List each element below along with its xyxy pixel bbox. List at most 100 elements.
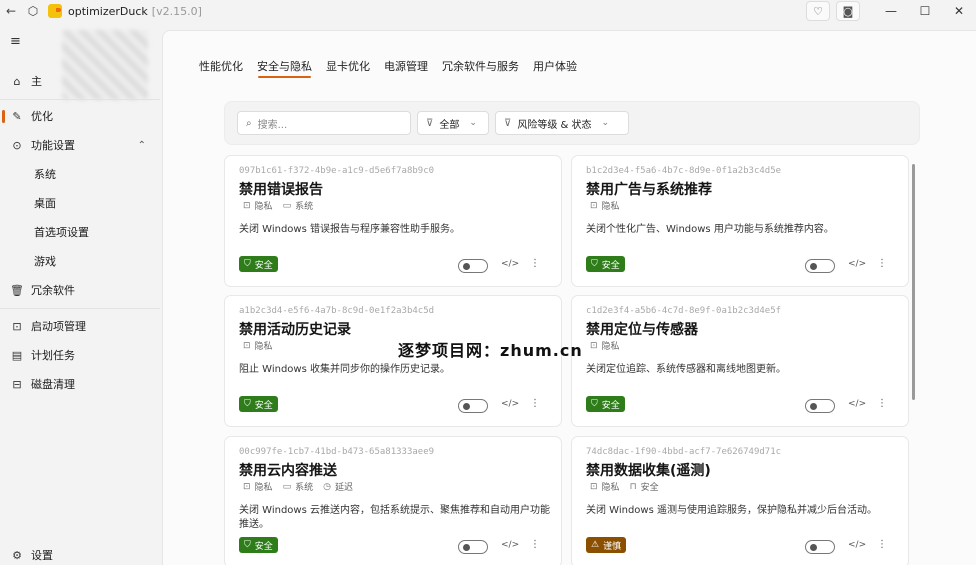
more-options-icon[interactable]: ⋮ bbox=[530, 539, 540, 550]
tab-gpu[interactable]: 显卡优化 bbox=[326, 58, 370, 78]
tweak-toggle-switch[interactable] bbox=[458, 399, 488, 413]
tab-user-experience[interactable]: 用户体验 bbox=[533, 58, 577, 78]
risk-badge: ⛉ 安全 bbox=[586, 256, 625, 272]
close-button[interactable]: ✕ bbox=[942, 0, 976, 22]
risk-badge-label: 安全 bbox=[254, 541, 273, 552]
sidebar-item-label: 优化 bbox=[31, 110, 53, 123]
shield-check-icon: ⛉ bbox=[591, 399, 598, 409]
tweak-title: 禁用错误报告 bbox=[239, 182, 323, 198]
shield-check-icon: ⛉ bbox=[591, 259, 598, 269]
tag-icon: ⊡ bbox=[243, 481, 251, 492]
scrollbar-thumb[interactable] bbox=[912, 164, 915, 400]
startup-icon: ⊡ bbox=[12, 319, 22, 333]
sidebar-item-gaming[interactable]: 游戏 bbox=[0, 248, 160, 274]
sidebar-item-scheduled-tasks[interactable]: ▤ 计划任务 bbox=[0, 342, 160, 368]
sidebar-item-feature-settings[interactable]: ⊙ 功能设置 ⌃ bbox=[0, 132, 160, 158]
tweak-description: 关闭 Windows 错误报告与程序兼容性助手服务。 bbox=[239, 224, 460, 235]
risk-badge-label: 安全 bbox=[601, 400, 620, 411]
sidebar-item-system[interactable]: 系统 bbox=[0, 161, 160, 187]
category-filter-dropdown[interactable]: ⊽ 全部 ⌄ bbox=[417, 111, 489, 135]
trash-icon: 🗑 bbox=[10, 283, 24, 297]
risk-badge-label: 谨慎 bbox=[603, 541, 622, 552]
sidebar-item-startup[interactable]: ⊡ 启动项管理 bbox=[0, 313, 160, 339]
category-tabs: 性能优化 安全与隐私 显卡优化 电源管理 冗余软件与服务 用户体验 bbox=[199, 58, 591, 78]
code-icon[interactable]: </> bbox=[848, 540, 866, 550]
code-icon[interactable]: </> bbox=[501, 259, 519, 269]
minimize-button[interactable]: — bbox=[874, 0, 908, 22]
maximize-button[interactable]: ☐ bbox=[908, 0, 942, 22]
tab-bloatware-services[interactable]: 冗余软件与服务 bbox=[442, 58, 519, 78]
sidebar-item-label: 启动项管理 bbox=[31, 320, 86, 333]
tweak-title: 禁用云内容推送 bbox=[239, 463, 337, 479]
tag-label: 延迟 bbox=[334, 483, 353, 493]
search-input[interactable]: ⌕ 搜索... bbox=[237, 111, 411, 135]
tweak-card[interactable]: b1c2d3e4-f5a6-4b7c-8d9e-0f1a2b3c4d5e 禁用广… bbox=[571, 155, 909, 287]
more-options-icon[interactable]: ⋮ bbox=[877, 539, 887, 550]
hamburger-menu-icon[interactable]: ≡ bbox=[10, 34, 21, 49]
tweak-tags: ⊡ 隐私 bbox=[243, 339, 283, 353]
shield-check-icon: ⛉ bbox=[244, 540, 251, 550]
more-options-icon[interactable]: ⋮ bbox=[877, 398, 887, 409]
gear-icon: ⚙ bbox=[12, 548, 22, 562]
risk-badge: ⛉ 安全 bbox=[239, 396, 278, 412]
home-icon: ⌂ bbox=[13, 74, 21, 88]
tag: ⊡ 隐私 bbox=[590, 199, 620, 213]
risk-badge-label: 安全 bbox=[601, 260, 620, 271]
sidebar-item-preferences[interactable]: 首选项设置 bbox=[0, 219, 160, 245]
tweak-id: 74dc8dac-1f90-4bbd-acf7-7e626749d71c bbox=[586, 447, 782, 457]
tweak-id: a1b2c3d4-e5f6-4a7b-8c9d-0e1f2a3b4c5d bbox=[239, 306, 435, 316]
chevron-up-icon[interactable]: ⌃ bbox=[138, 140, 146, 151]
tweak-card[interactable]: 097b1c61-f372-4b9e-a1c9-d5e6f7a8b9c0 禁用错… bbox=[224, 155, 562, 287]
tweak-title: 禁用活动历史记录 bbox=[239, 322, 351, 338]
code-icon[interactable]: </> bbox=[848, 259, 866, 269]
more-options-icon[interactable]: ⋮ bbox=[530, 258, 540, 269]
sidebar-item-settings[interactable]: ⚙ 设置 bbox=[0, 542, 160, 565]
tag-label: 隐私 bbox=[254, 202, 273, 212]
tab-power[interactable]: 电源管理 bbox=[384, 58, 428, 78]
shield-check-icon: ⛉ bbox=[244, 399, 251, 409]
tweak-toggle-switch[interactable] bbox=[805, 540, 835, 554]
tweak-toggle-switch[interactable] bbox=[458, 540, 488, 554]
tag-icon: ⊡ bbox=[590, 340, 598, 351]
tweak-card[interactable]: 00c997fe-1cb7-41bd-b473-65a81333aee9 禁用云… bbox=[224, 436, 562, 565]
tweak-toggle-switch[interactable] bbox=[458, 259, 488, 273]
sidebar-item-home[interactable]: ⌂ 主 bbox=[0, 68, 160, 94]
risk-status-filter-dropdown[interactable]: ⊽ 风险等级 & 状态 ⌄ bbox=[495, 111, 629, 135]
sidebar: ≡ ⌂ 主 ✎ 优化 ⊙ 功能设置 ⌃ 系统 桌面 首选项设置 游戏 🗑 冗余软… bbox=[0, 22, 162, 565]
tab-performance[interactable]: 性能优化 bbox=[199, 58, 243, 78]
tweak-tags: ⊡ 隐私 bbox=[590, 199, 630, 213]
heart-icon[interactable]: ♡ bbox=[806, 1, 830, 21]
sidebar-item-label: 冗余软件 bbox=[31, 284, 75, 297]
chevron-down-icon: ⌄ bbox=[469, 118, 477, 128]
sidebar-item-label: 设置 bbox=[31, 549, 53, 562]
tag: ⊡ 隐私 bbox=[243, 339, 273, 353]
tweak-toggle-switch[interactable] bbox=[805, 259, 835, 273]
more-options-icon[interactable]: ⋮ bbox=[877, 258, 887, 269]
tweak-toggle-switch[interactable] bbox=[805, 399, 835, 413]
back-arrow-icon[interactable]: ← bbox=[0, 1, 22, 21]
sidebar-item-disk-cleanup[interactable]: ⊟ 磁盘清理 bbox=[0, 371, 160, 397]
sidebar-item-optimize[interactable]: ✎ 优化 bbox=[0, 103, 160, 129]
dropdown-value: 全部 bbox=[439, 119, 460, 131]
tweak-card[interactable]: a1b2c3d4-e5f6-4a7b-8c9d-0e1f2a3b4c5d 禁用活… bbox=[224, 295, 562, 427]
tweak-tags: ⊡ 隐私 bbox=[590, 339, 630, 353]
sidebar-item-label: 桌面 bbox=[34, 197, 56, 210]
tweak-card[interactable]: 74dc8dac-1f90-4bbd-acf7-7e626749d71c 禁用数… bbox=[571, 436, 909, 565]
tag-icon: ⊡ bbox=[243, 200, 251, 211]
code-icon[interactable]: </> bbox=[848, 399, 866, 409]
filter-icon: ⊽ bbox=[504, 117, 512, 129]
camera-icon[interactable]: ◙ bbox=[836, 1, 860, 21]
sidebar-item-label: 功能设置 bbox=[31, 139, 75, 152]
sidebar-item-desktop[interactable]: 桌面 bbox=[0, 190, 160, 216]
tweak-title: 禁用定位与传感器 bbox=[586, 322, 698, 338]
tweak-id: 00c997fe-1cb7-41bd-b473-65a81333aee9 bbox=[239, 447, 435, 457]
sidebar-item-bloatware[interactable]: 🗑 冗余软件 bbox=[0, 277, 160, 303]
optimize-icon: ✎ bbox=[12, 109, 22, 123]
tweak-card[interactable]: c1d2e3f4-a5b6-4c7d-8e9f-0a1b2c3d4e5f 禁用定… bbox=[571, 295, 909, 427]
toggle-icon: ⊙ bbox=[12, 138, 22, 152]
code-icon[interactable]: </> bbox=[501, 540, 519, 550]
more-options-icon[interactable]: ⋮ bbox=[530, 398, 540, 409]
home-outline-icon[interactable]: ⬡ bbox=[22, 1, 44, 21]
tab-security-privacy[interactable]: 安全与隐私 bbox=[257, 58, 312, 78]
code-icon[interactable]: </> bbox=[501, 399, 519, 409]
